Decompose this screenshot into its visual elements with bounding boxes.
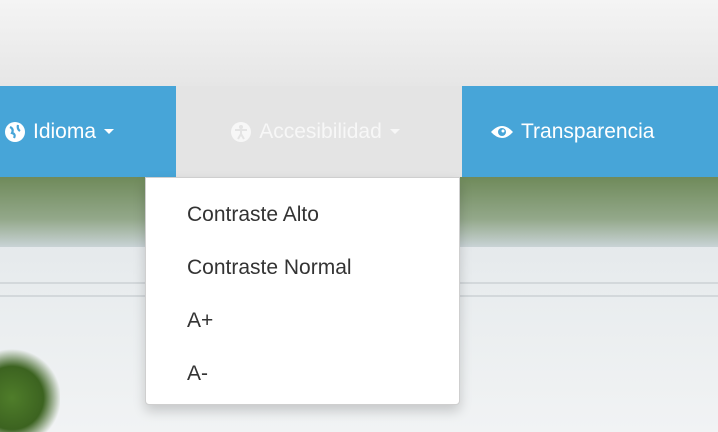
nav-item-idioma[interactable]: Idioma [0,86,115,177]
menu-item-contraste-normal[interactable]: Contraste Normal [146,241,459,294]
nav-item-label: Idioma [33,119,97,143]
nav-item-accesibilidad[interactable]: Accesibilidad [176,86,462,177]
tree-decoration [0,347,60,432]
main-navbar: Idioma Accesibilidad Transparencia [0,86,718,177]
nav-item-transparencia[interactable]: Transparencia [490,86,654,177]
accessibility-icon [230,121,252,143]
caret-down-icon [104,129,115,134]
top-bar [0,0,718,86]
menu-item-font-decrease[interactable]: A- [146,347,459,400]
eye-icon [490,124,514,140]
caret-down-icon [389,129,400,134]
accesibilidad-dropdown-menu: Contraste Alto Contraste Normal A+ A- [145,177,460,405]
nav-item-label: Accesibilidad [259,119,382,143]
nav-item-label: Transparencia [521,119,655,143]
menu-item-contraste-alto[interactable]: Contraste Alto [146,188,459,241]
globe-icon [4,121,26,143]
menu-item-font-increase[interactable]: A+ [146,294,459,347]
